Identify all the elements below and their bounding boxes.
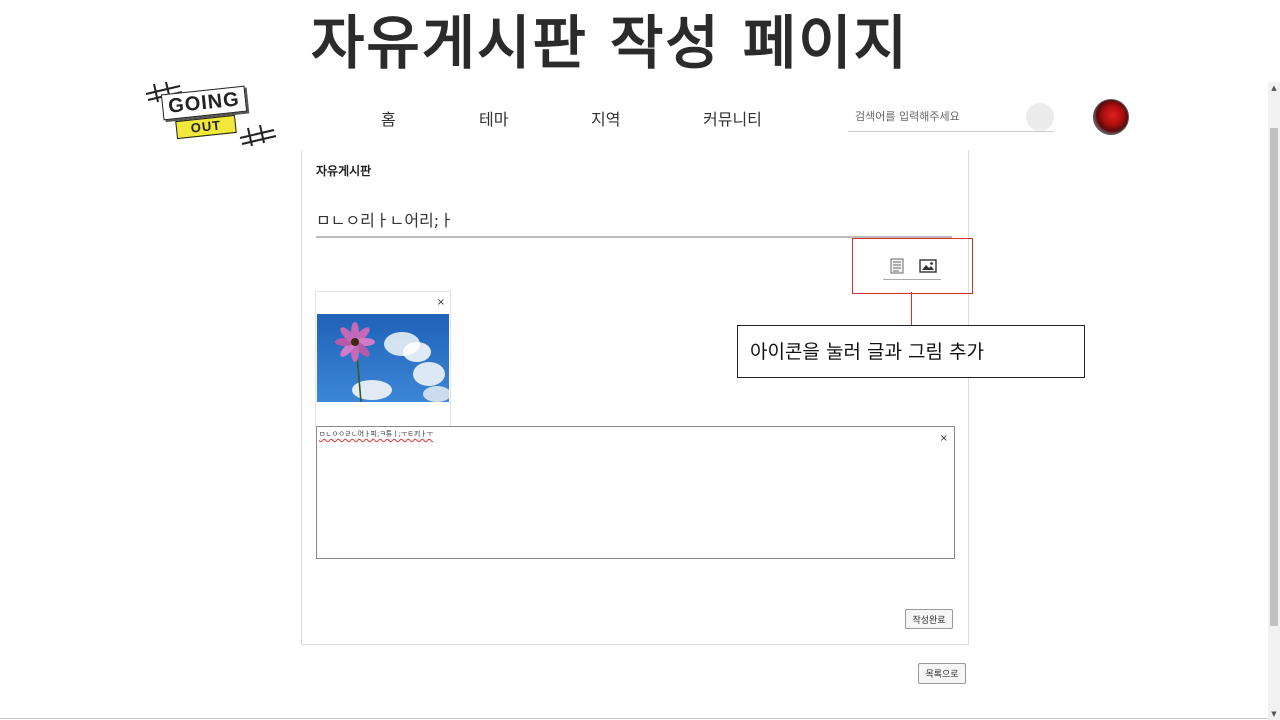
search-button[interactable] bbox=[1026, 103, 1054, 131]
search-bar bbox=[848, 100, 1054, 132]
scroll-down-arrow-icon[interactable]: ▼ bbox=[1268, 708, 1280, 720]
cosmos-flower-image bbox=[317, 314, 449, 402]
annotation-note: 아이콘을 눌러 글과 그림 추가 bbox=[737, 325, 1085, 378]
page-scrollbar[interactable]: ▲ ▼ bbox=[1268, 82, 1280, 720]
image-block: × bbox=[315, 291, 451, 427]
page-title: 자유게시판 작성 페이지 bbox=[311, 9, 909, 77]
post-editor-card: 자유게시판 × bbox=[301, 150, 969, 645]
text-block-close-icon[interactable]: × bbox=[940, 434, 948, 444]
image-block-close-icon[interactable]: × bbox=[437, 298, 445, 308]
nav-item-theme[interactable]: 테마 bbox=[479, 106, 508, 130]
avatar[interactable] bbox=[1093, 99, 1129, 135]
text-block: ㅁㄴㅇㅇㄹㄴ어ㅏ피;ㅋ튜ㅣ;ㅜㅌ키ㅏㅜ × bbox=[316, 426, 955, 559]
nav-item-region[interactable]: 지역 bbox=[591, 106, 620, 130]
back-to-list-button[interactable]: 목록으로 bbox=[918, 663, 966, 684]
nav-item-community[interactable]: 커뮤니티 bbox=[703, 106, 762, 130]
text-block-textarea[interactable]: ㅁㄴㅇㅇㄹㄴ어ㅏ피;ㅋ튜ㅣ;ㅜㅌ키ㅏㅜ bbox=[319, 429, 919, 549]
search-input[interactable] bbox=[853, 104, 1017, 128]
scroll-thumb[interactable] bbox=[1270, 128, 1278, 626]
going-out-logo[interactable]: GOING OUT bbox=[140, 80, 280, 152]
nav-item-home[interactable]: 홈 bbox=[381, 106, 396, 130]
board-label: 자유게시판 bbox=[316, 164, 372, 178]
annotation-connector-line bbox=[911, 292, 912, 325]
annotation-highlight-box bbox=[852, 238, 973, 294]
title-input[interactable] bbox=[316, 202, 952, 238]
scroll-up-arrow-icon[interactable]: ▲ bbox=[1268, 82, 1280, 94]
submit-button[interactable]: 작성완료 bbox=[905, 609, 953, 629]
bottom-divider bbox=[0, 718, 1268, 719]
